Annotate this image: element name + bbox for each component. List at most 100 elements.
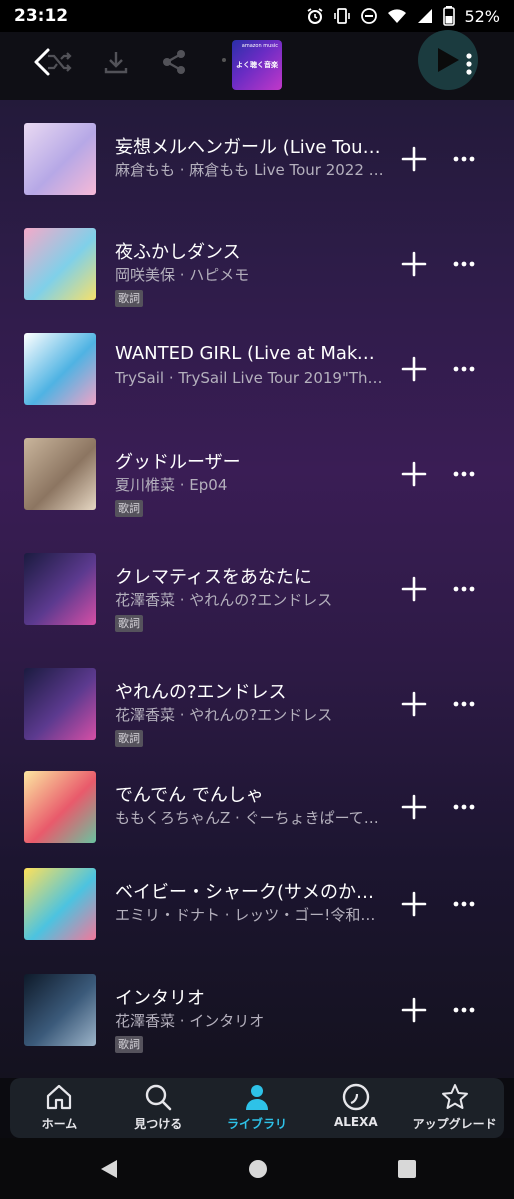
status-bar: 23:12 52% — [0, 0, 514, 32]
track-artist-album: エミリ・ドナト · レッツ・ゴー!令和キッズ — [115, 906, 385, 924]
nav-discover[interactable]: 見つける — [109, 1078, 208, 1138]
track-title[interactable]: やれんの?エンドレス — [115, 678, 385, 704]
horizontal-dots-icon — [453, 366, 475, 372]
playlist-artwork-label: よく聴く音楽 — [236, 61, 278, 69]
lyrics-badge: 歌詞 — [115, 615, 143, 632]
track-row[interactable]: 夜ふかしダンス岡咲美保 · ハピメモ 歌詞 — [0, 228, 514, 328]
add-to-playlist-button[interactable] — [400, 460, 428, 488]
plus-icon — [401, 576, 427, 602]
track-artist-album: TrySail · TrySail Live Tour 2019"The Try… — [115, 369, 385, 387]
album-artwork[interactable] — [24, 771, 96, 843]
dnd-icon — [361, 8, 378, 24]
album-artwork[interactable] — [24, 553, 96, 625]
track-more-options-button[interactable] — [452, 892, 476, 916]
horizontal-dots-icon — [453, 156, 475, 162]
album-artwork[interactable] — [24, 123, 96, 195]
track-title[interactable]: WANTED GIRL (Live at Makuhari Messe) — [115, 343, 385, 364]
track-row[interactable]: グッドルーザー 夏川椎菜 · Ep04 歌詞 — [0, 438, 514, 538]
alarm-icon — [307, 8, 323, 24]
add-to-playlist-button[interactable] — [400, 890, 428, 918]
nav-upgrade[interactable]: アップグレード — [405, 1078, 504, 1138]
lyrics-badge: 歌詞 — [115, 290, 143, 307]
plus-icon — [401, 997, 427, 1023]
track-row[interactable]: 妄想メルヘンガール (Live Tour 2022 “Nonplusultra”… — [0, 123, 514, 223]
add-to-playlist-button[interactable] — [400, 690, 428, 718]
track-more-options-button[interactable] — [452, 692, 476, 716]
track-row[interactable]: ベイビー・シャーク(サメのかぞく) エミリ・ドナト · レッツ・ゴー!令和キッズ — [0, 868, 514, 968]
track-title[interactable]: でんでん でんしゃ — [115, 781, 385, 807]
back-arrow-icon — [34, 48, 50, 76]
album-artwork[interactable] — [24, 974, 96, 1046]
album-artwork[interactable] — [24, 868, 96, 940]
system-recents-icon[interactable] — [396, 1158, 418, 1180]
horizontal-dots-icon — [453, 804, 475, 810]
alexa-icon — [342, 1083, 369, 1111]
track-more-options-button[interactable] — [452, 795, 476, 819]
playlist-artwork-thumbnail[interactable]: amazon music よく聴く音楽 — [232, 40, 282, 90]
amazon-music-logo: amazon music — [241, 43, 278, 49]
wifi-icon — [388, 9, 407, 23]
album-artwork[interactable] — [24, 438, 96, 510]
add-to-playlist-button[interactable] — [400, 250, 428, 278]
horizontal-dots-icon — [453, 261, 475, 267]
vertical-dots-icon — [466, 53, 472, 75]
track-title[interactable]: ベイビー・シャーク(サメのかぞく) — [115, 878, 385, 904]
battery-icon — [443, 6, 456, 26]
vibrate-icon — [334, 8, 351, 24]
nav-library[interactable]: ライブラリ — [208, 1078, 307, 1138]
add-to-playlist-button[interactable] — [400, 793, 428, 821]
track-row[interactable]: クレマティスをあなたに花澤香菜 · やれんの?エンドレス 歌詞 — [0, 553, 514, 653]
add-to-playlist-button[interactable] — [400, 355, 428, 383]
track-title[interactable]: インタリオ — [115, 984, 385, 1010]
nav-home[interactable]: ホーム — [10, 1078, 109, 1138]
track-title[interactable]: グッドルーザー — [115, 448, 385, 474]
album-artwork[interactable] — [24, 333, 96, 405]
track-artist-album: ももくろちゃんZ · ぐーちょきぱーてぃー — [115, 809, 385, 827]
track-row[interactable]: やれんの?エンドレス 花澤香菜 · やれんの?エンドレス 歌詞 — [0, 668, 514, 768]
system-back-icon[interactable] — [98, 1158, 120, 1180]
track-title[interactable]: 夜ふかしダンス — [115, 238, 385, 264]
star-icon — [441, 1084, 468, 1109]
track-artist-album: 麻倉もも · 麻倉もも Live Tour 2022 “Nonplusultra… — [115, 161, 385, 179]
album-artwork[interactable] — [24, 228, 96, 300]
add-to-playlist-button[interactable] — [400, 575, 428, 603]
bottom-navigation: ホーム 見つける ライブラリ ALEXA アップグレード — [10, 1078, 504, 1138]
plus-icon — [401, 691, 427, 717]
track-row[interactable]: でんでん でんしゃももくろちゃんZ · ぐーちょきぱーてぃー — [0, 771, 514, 871]
home-icon — [47, 1084, 72, 1110]
track-artist-album: 花澤香菜 · インタリオ — [115, 1012, 265, 1030]
track-more-options-button[interactable] — [452, 357, 476, 381]
track-row[interactable]: インタリオ 花澤香菜 · インタリオ 歌詞 — [0, 974, 514, 1074]
top-app-bar: amazon music よく聴く音楽 — [0, 30, 514, 100]
track-artist-album: 岡咲美保 · ハピメモ — [115, 266, 250, 284]
plus-icon — [401, 356, 427, 382]
nav-discover-label: 見つける — [134, 1117, 183, 1131]
track-more-options-button[interactable] — [452, 462, 476, 486]
share-button[interactable] — [154, 42, 194, 82]
status-time: 23:12 — [14, 6, 69, 26]
track-more-options-button[interactable] — [452, 998, 476, 1022]
track-more-options-button[interactable] — [452, 252, 476, 276]
nav-home-label: ホーム — [41, 1117, 78, 1131]
track-artist-album: 花澤香菜 · やれんの?エンドレス — [115, 591, 333, 609]
horizontal-dots-icon — [453, 1007, 475, 1013]
album-artwork[interactable] — [24, 668, 96, 740]
download-icon — [104, 52, 128, 74]
signal-icon — [418, 9, 433, 23]
lyrics-badge: 歌詞 — [115, 500, 143, 517]
track-more-options-button[interactable] — [452, 577, 476, 601]
download-button[interactable] — [96, 42, 136, 82]
track-title[interactable]: 妄想メルヘンガール (Live Tour 2022 “Nonplusultra”… — [115, 133, 385, 159]
separator-dot — [222, 58, 226, 62]
overflow-menu-button[interactable] — [455, 46, 483, 82]
track-row[interactable]: WANTED GIRL (Live at Makuhari Messe) TryS… — [0, 333, 514, 433]
track-more-options-button[interactable] — [452, 147, 476, 171]
add-to-playlist-button[interactable] — [400, 145, 428, 173]
system-home-icon[interactable] — [247, 1158, 269, 1180]
nav-alexa[interactable]: ALEXA — [306, 1078, 405, 1138]
horizontal-dots-icon — [453, 471, 475, 477]
back-button[interactable] — [22, 42, 62, 82]
track-title[interactable]: クレマティスをあなたに — [115, 563, 385, 589]
add-to-playlist-button[interactable] — [400, 996, 428, 1024]
plus-icon — [401, 794, 427, 820]
